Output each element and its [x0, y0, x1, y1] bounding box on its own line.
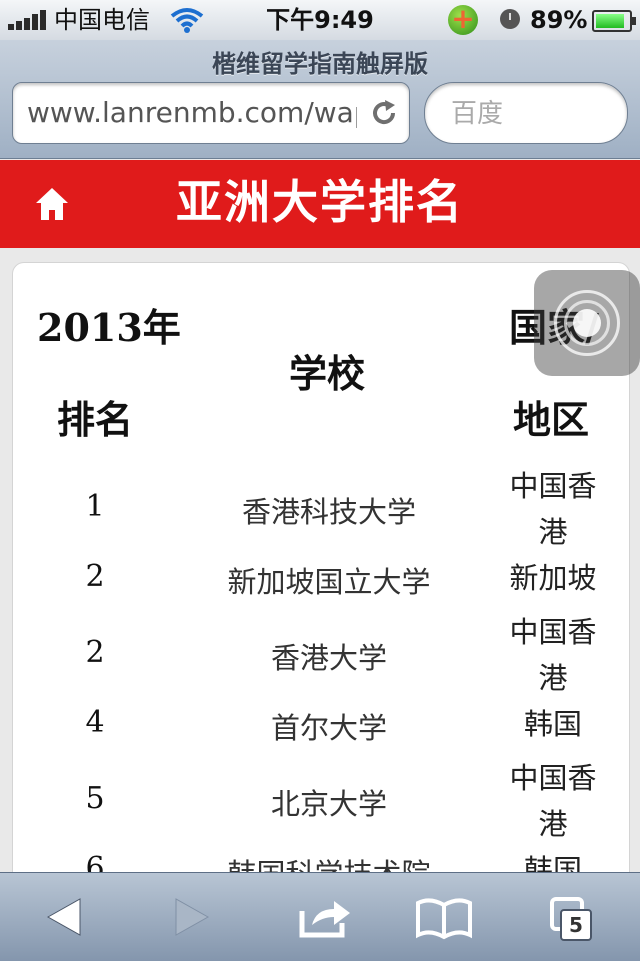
reload-icon[interactable]: [369, 98, 399, 128]
country-cell: 韩国: [523, 707, 582, 741]
school-cell: 新加坡国立大学: [227, 565, 431, 599]
header-rank-year: 2013年: [37, 305, 181, 350]
school-cell: 北京大学: [270, 787, 387, 821]
browser-header: 楷维留学指南触屏版 www.lanrenmb.com/wap: [0, 40, 640, 159]
header-banner: 亚洲大学排名: [0, 160, 640, 248]
country-cell: 中国香港: [509, 469, 597, 549]
rank-cell: 2: [85, 635, 105, 670]
forward-arrow-icon[interactable]: [160, 893, 220, 941]
table-row: 1 香港科技大学 中国香港: [13, 463, 629, 555]
school-cell: 香港大学: [270, 641, 387, 675]
table-row: 4 首尔大学 韩国: [13, 705, 629, 751]
header-rank: 排名: [57, 398, 134, 442]
search-input[interactable]: [449, 95, 613, 133]
table-row: 5 北京大学 中国香港: [13, 755, 629, 847]
table-row: 2 新加坡国立大学 新加坡: [13, 559, 629, 605]
search-field[interactable]: [424, 82, 628, 144]
assistive-touch-button[interactable]: [534, 270, 640, 376]
alarm-clock-icon: [500, 9, 520, 29]
address-bar[interactable]: www.lanrenmb.com/wap: [12, 82, 410, 144]
country-cell: 新加坡: [509, 561, 597, 595]
header-region: 地区: [513, 398, 590, 442]
banner-title: 亚洲大学排名: [176, 175, 464, 229]
assistive-touch-dot: [573, 309, 601, 337]
header-school: 学校: [289, 352, 366, 396]
browser-toolbar: 5: [0, 872, 640, 961]
table-row: 2 香港大学 中国香港: [13, 609, 629, 701]
share-icon[interactable]: [296, 893, 356, 941]
school-cell: 首尔大学: [270, 711, 387, 745]
bookmarks-icon[interactable]: [414, 893, 474, 941]
security-app-icon: [448, 0, 478, 39]
school-cell: 香港科技大学: [241, 495, 416, 529]
country-cell: 中国香港: [509, 615, 597, 695]
tabs-button[interactable]: 5: [540, 893, 600, 941]
page-title: 楷维留学指南触屏版: [212, 50, 428, 78]
battery-percent: 89%: [530, 6, 588, 34]
rank-cell: 2: [85, 559, 105, 594]
battery-icon: [592, 10, 636, 32]
country-cell: 中国香港: [509, 761, 597, 841]
rank-cell: 4: [85, 705, 105, 740]
status-bar: 中国电信 下午9:49 89%: [0, 0, 640, 40]
back-arrow-icon[interactable]: [36, 893, 96, 941]
url-text[interactable]: www.lanrenmb.com/wap: [27, 83, 357, 143]
tab-count: 5: [560, 909, 592, 941]
rank-cell: 5: [85, 781, 105, 816]
rank-cell: 1: [85, 489, 105, 524]
